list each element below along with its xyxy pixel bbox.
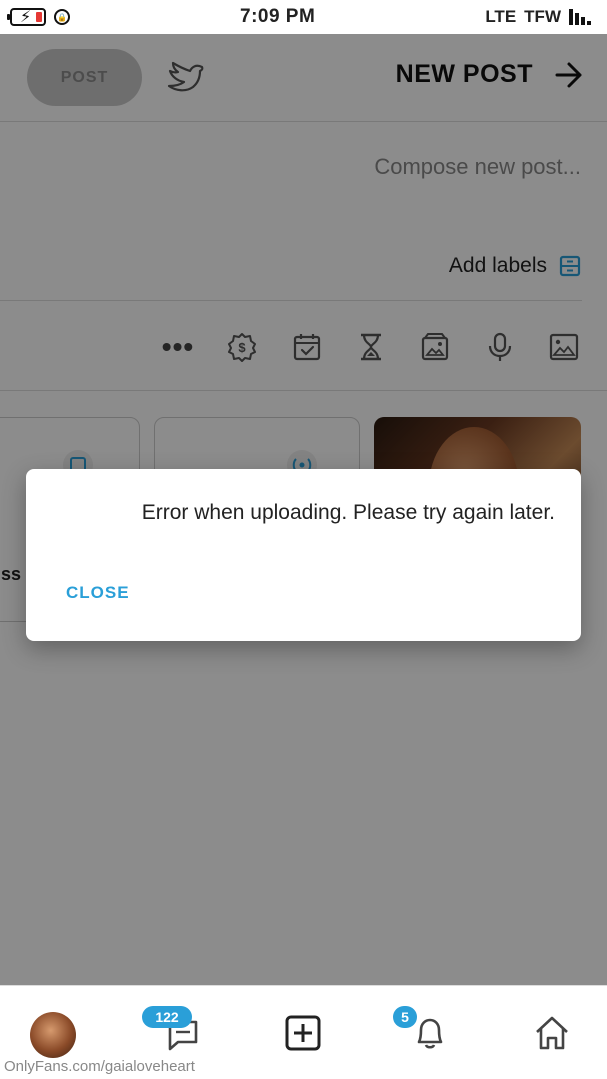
rotation-lock-icon: 🔒 bbox=[54, 9, 70, 25]
home-icon bbox=[536, 1016, 568, 1050]
close-button[interactable]: CLOSE bbox=[56, 581, 140, 605]
status-time: 7:09 PM bbox=[240, 6, 316, 27]
error-message: Error when uploading. Please try again l… bbox=[141, 501, 555, 524]
bottom-nav: 122 5 OnlyFans.com/gaialoveheart bbox=[0, 985, 607, 1079]
status-right: LTE TFW bbox=[485, 7, 591, 27]
battery-icon: ⚡ bbox=[7, 8, 46, 26]
status-left: ⚡ 🔒 bbox=[7, 8, 70, 26]
signal-icon bbox=[569, 9, 591, 25]
avatar[interactable] bbox=[30, 1012, 76, 1058]
error-dialog: Error when uploading. Please try again l… bbox=[26, 469, 581, 641]
status-bar: ⚡ 🔒 7:09 PM LTE TFW bbox=[0, 0, 607, 34]
notifications-badge: 5 bbox=[393, 1006, 417, 1028]
watermark: OnlyFans.com/gaialoveheart bbox=[4, 1058, 195, 1075]
messages-badge: 122 bbox=[142, 1006, 192, 1028]
carrier-name: TFW bbox=[524, 7, 561, 26]
network-type: LTE bbox=[485, 7, 517, 26]
plus-square-icon bbox=[285, 1015, 321, 1051]
add-post-tab[interactable] bbox=[278, 1008, 328, 1058]
home-tab[interactable] bbox=[527, 1008, 577, 1058]
